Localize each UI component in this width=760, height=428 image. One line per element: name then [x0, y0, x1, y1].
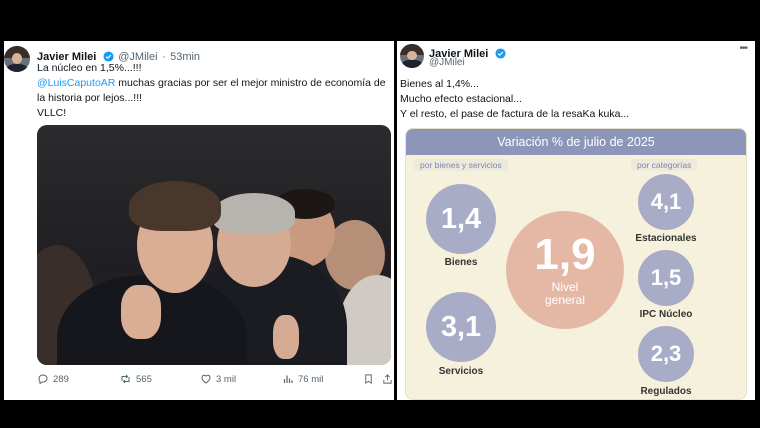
tweet-body: La núcleo en 1,5%...!!! @LuisCaputoAR mu… [37, 61, 392, 121]
reply-icon [38, 374, 48, 385]
tweet-body: Bienes al 1,4%... Mucho efecto estaciona… [400, 77, 750, 122]
heart-icon [201, 374, 211, 384]
left-sublabel: por bienes y servicios [414, 159, 508, 171]
bookmark-button[interactable] [363, 373, 374, 385]
bienes-label: Bienes [444, 257, 478, 268]
general-label-line2: general [544, 293, 586, 307]
general-circle: 1,9 Nivel general [506, 211, 624, 329]
bienes-circle: 1,4 [426, 184, 496, 254]
servicios-label: Servicios [438, 366, 484, 377]
regulados-circle: 2,3 [638, 326, 694, 382]
mention-link[interactable]: @LuisCaputoAR [37, 77, 115, 89]
views-count: 76 mil [298, 373, 324, 385]
left-tweet: Javier Milei @JMilei · 53min La núcleo e… [4, 41, 394, 400]
nucleo-label: IPC Núcleo [639, 309, 693, 320]
views-chart-icon [283, 375, 293, 383]
nucleo-circle: 1,5 [638, 250, 694, 306]
tweet-actions: 289 565 3 mil 76 mil [37, 373, 392, 389]
tweet-line: La núcleo en 1,5%...!!! [37, 62, 142, 74]
tweet-photo[interactable] [37, 125, 391, 365]
estacionales-circle: 4,1 [638, 174, 694, 230]
share-button[interactable] [382, 373, 393, 385]
tweet-line: Mucho efecto estacional... [400, 93, 522, 105]
share-icon [383, 374, 392, 384]
reply-button[interactable]: 289 [37, 373, 69, 385]
tweet-line: Bienes al 1,4%... [400, 78, 479, 90]
tweet-line: VLLC! [37, 107, 67, 119]
more-options-icon[interactable]: ••• [739, 43, 747, 54]
tweet-line: la historia por lejos...!!! [37, 92, 143, 104]
retweet-icon [121, 374, 130, 384]
verified-badge-icon [495, 48, 506, 59]
like-button[interactable]: 3 mil [200, 373, 236, 385]
retweet-count: 565 [136, 373, 152, 385]
right-sublabel: por categorías [631, 159, 698, 171]
tweet-line: @LuisCaputoAR muchas gracias por ser el … [37, 76, 392, 91]
bookmark-icon [365, 374, 372, 384]
regulados-label: Regulados [640, 386, 692, 397]
author-avatar[interactable] [4, 46, 30, 72]
retweet-button[interactable]: 565 [119, 373, 152, 385]
tweet-line-rest: muchas gracias por ser el mejor ministro… [115, 77, 386, 89]
author-handle[interactable]: @JMilei [429, 57, 465, 68]
general-value: 1,9 [534, 230, 596, 279]
author-avatar[interactable] [400, 44, 424, 68]
reply-count: 289 [53, 373, 69, 385]
infographic-image[interactable]: Variación % de julio de 2025 por bienes … [405, 128, 747, 400]
estacionales-label: Estacionales [635, 233, 697, 244]
right-tweet: Javier Milei @JMilei ••• Bienes al 1,4%.… [397, 41, 755, 400]
servicios-circle: 3,1 [426, 292, 496, 362]
infographic-title: Variación % de julio de 2025 [406, 129, 746, 155]
tweet-line: Y el resto, el pase de factura de la res… [400, 108, 630, 120]
views-button[interactable]: 76 mil [282, 373, 323, 385]
like-count: 3 mil [216, 373, 237, 385]
